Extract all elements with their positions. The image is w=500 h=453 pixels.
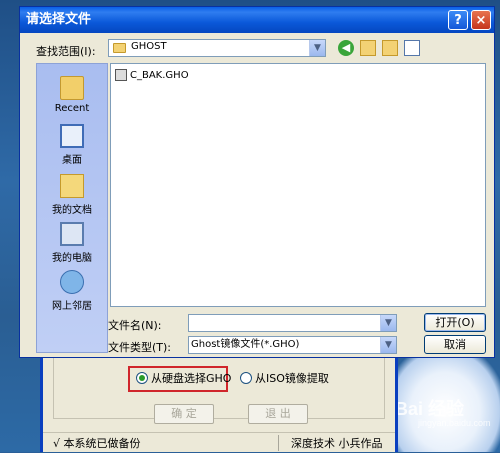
documents-icon [60,174,84,198]
lookin-value: GHOST [131,41,167,52]
radio-iso-label: 从ISO镜像提取 [255,372,329,385]
place-label: 网上邻居 [52,301,92,312]
place-my-computer[interactable]: 我的电脑 [37,222,107,264]
status-backup: √ 本系统已做备份 [43,435,279,451]
file-icon [115,69,127,81]
filetype-label: 文件类型(T): [108,341,172,354]
filetype-value: Ghost镜像文件(*.GHO) [191,339,300,350]
cancel-button[interactable]: 取消 [424,335,486,354]
place-my-documents[interactable]: 我的文档 [37,174,107,216]
chevron-down-icon[interactable]: ▼ [380,337,396,353]
chevron-down-icon[interactable]: ▼ [309,40,325,56]
place-desktop[interactable]: 桌面 [37,124,107,166]
status-author: 深度技术 小兵作品 [291,437,383,450]
place-label: Recent [54,103,90,114]
place-network[interactable]: 网上邻居 [37,270,107,312]
lookin-label: 查找范围(I): [36,45,96,58]
ok-button[interactable]: 确 定 [154,404,214,424]
open-button[interactable]: 打开(O) [424,313,486,332]
back-icon[interactable]: ◀ [338,40,354,56]
radio-unchecked-icon [240,372,252,384]
desktop-icon [60,124,84,148]
places-bar: Recent 桌面 我的文档 我的电脑 网上邻居 [36,63,108,353]
dialog-title: 请选择文件 [26,12,92,27]
background-ghost-window: 从硬盘选择GHO 从ISO镜像提取 确 定 退 出 √ 本系统已做备份 深度技术… [40,350,398,452]
lookin-dropdown[interactable]: GHOST ▼ [108,39,326,57]
exit-button[interactable]: 退 出 [248,404,308,424]
options-group: 从硬盘选择GHO 从ISO镜像提取 确 定 退 出 [53,354,385,424]
dialog-titlebar[interactable]: 请选择文件 [20,7,494,33]
network-icon [60,270,84,294]
filename-label: 文件名(N): [108,319,162,332]
recent-icon [60,76,84,100]
file-list: C_BAK.GHO [110,63,486,307]
place-label: 桌面 [62,155,82,166]
status-bar: √ 本系统已做备份 深度技术 小兵作品 [43,432,395,453]
radio-checked-icon [136,372,148,384]
radio-from-disk[interactable]: 从硬盘选择GHO [136,370,231,386]
filetype-select[interactable]: Ghost镜像文件(*.GHO) ▼ [188,336,397,354]
radio-disk-label: 从硬盘选择GHO [151,372,232,385]
up-folder-icon[interactable] [360,40,376,56]
chevron-down-icon[interactable]: ▼ [380,315,396,331]
computer-icon [60,222,84,246]
open-file-dialog: 请选择文件 ? × 查找范围(I): GHOST ▼ ◀ Recent 桌面 我… [19,6,495,358]
new-folder-icon[interactable] [382,40,398,56]
help-button[interactable]: ? [448,10,468,30]
close-button[interactable]: × [471,10,491,30]
folder-icon [113,43,126,53]
nav-toolbar: ◀ [338,40,420,56]
list-item[interactable]: C_BAK.GHO [115,69,189,81]
filename-input[interactable]: ▼ [188,314,397,332]
view-menu-icon[interactable] [404,40,420,56]
place-recent[interactable]: Recent [37,76,107,114]
place-label: 我的电脑 [52,253,92,264]
radio-from-iso[interactable]: 从ISO镜像提取 [240,370,329,386]
watermark-sub: jingyan.baidu.com [418,418,491,428]
file-name: C_BAK.GHO [130,69,189,81]
place-label: 我的文档 [52,205,92,216]
